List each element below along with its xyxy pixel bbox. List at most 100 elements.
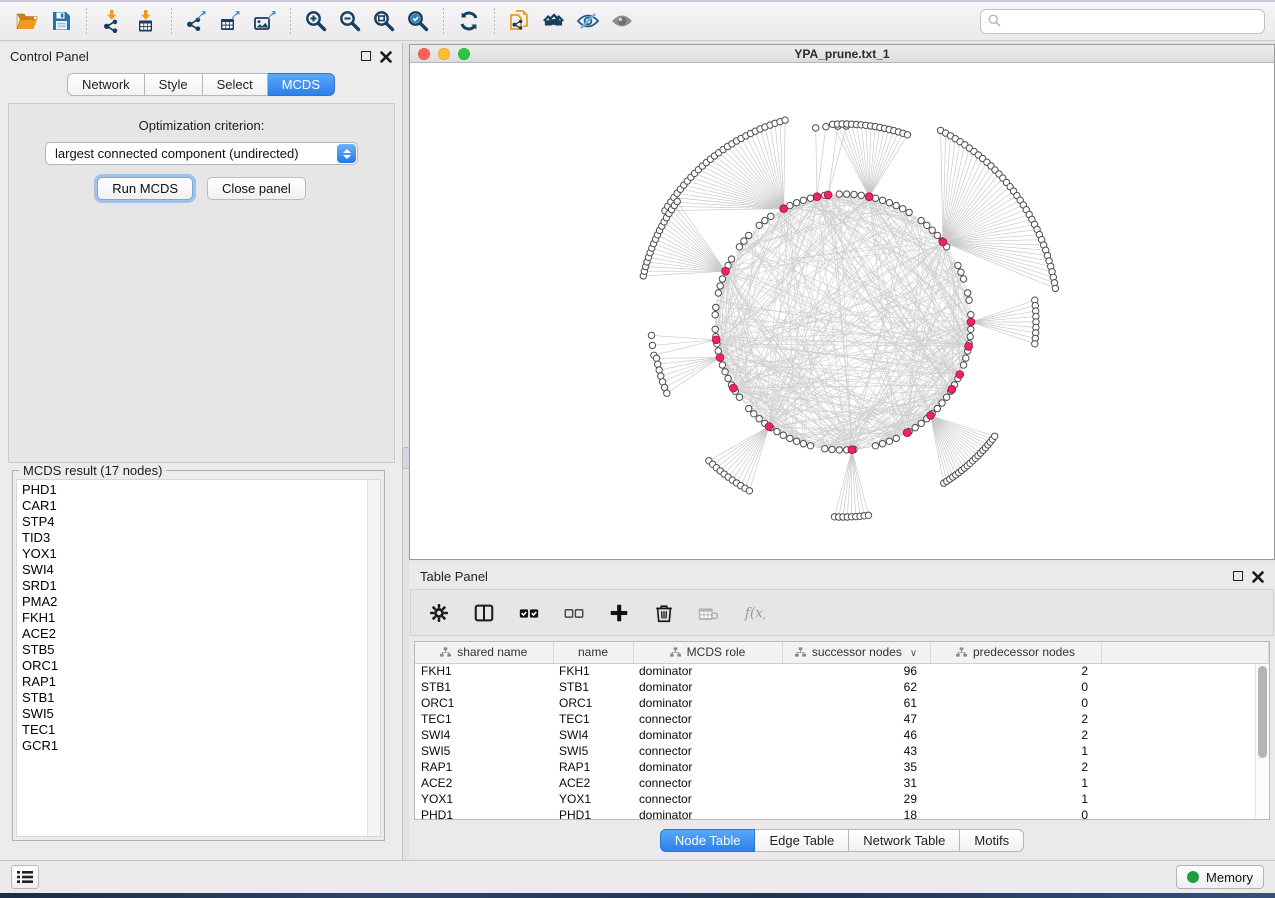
tab-select[interactable]: Select: [203, 73, 268, 96]
save-button[interactable]: [44, 5, 78, 37]
network-window-title: YPA_prune.txt_1: [794, 47, 889, 61]
table-row[interactable]: STB1STB1dominator620: [415, 679, 1269, 695]
result-node-item[interactable]: FKH1: [17, 610, 380, 626]
column-header-shared-name[interactable]: shared name: [415, 642, 553, 663]
delete-column-icon: [653, 602, 675, 624]
table-row[interactable]: TEC1TEC1connector472: [415, 711, 1269, 727]
memory-button[interactable]: Memory: [1176, 865, 1264, 889]
column-chooser-button[interactable]: [470, 598, 498, 628]
result-node-item[interactable]: YOX1: [17, 546, 380, 562]
table-row[interactable]: ORC1ORC1dominator610: [415, 695, 1269, 711]
criterion-value: largest connected component (undirected): [55, 146, 299, 161]
add-column-button[interactable]: [605, 598, 633, 628]
column-header-predecessor-nodes[interactable]: predecessor nodes: [930, 642, 1101, 663]
open-folder-button[interactable]: [10, 5, 44, 37]
tab-network-table[interactable]: Network Table: [849, 829, 960, 852]
control-panel-titlebar: Control Panel: [0, 43, 402, 69]
result-node-item[interactable]: RAP1: [17, 674, 380, 690]
table-row[interactable]: ACE2ACE2connector311: [415, 775, 1269, 791]
close-table-panel-icon[interactable]: [1252, 570, 1264, 582]
export-table-button[interactable]: [214, 5, 248, 37]
mcds-result-list[interactable]: PHD1CAR1STP4TID3YOX1SWI4SRD1PMA2FKH1ACE2…: [16, 479, 381, 837]
duplicate-network-button[interactable]: [503, 5, 537, 37]
tab-motifs[interactable]: Motifs: [960, 829, 1024, 852]
export-image-button[interactable]: [248, 5, 282, 37]
float-table-panel-icon[interactable]: [1233, 571, 1243, 581]
export-table-icon: [219, 9, 243, 33]
table-row[interactable]: RAP1RAP1dominator352: [415, 759, 1269, 775]
select-all-button[interactable]: [515, 598, 543, 628]
table-scrollbar-thumb[interactable]: [1258, 666, 1267, 758]
result-node-item[interactable]: TID3: [17, 530, 380, 546]
table-scrollbar[interactable]: [1255, 664, 1269, 819]
first-neighbors-button[interactable]: [537, 5, 571, 37]
result-node-item[interactable]: GCR1: [17, 738, 380, 754]
result-node-item[interactable]: TEC1: [17, 722, 380, 738]
zoom-selected-icon: [406, 9, 430, 33]
import-table-button[interactable]: [129, 5, 163, 37]
tab-style[interactable]: Style: [145, 73, 203, 96]
column-header-MCDS-role[interactable]: MCDS role: [633, 642, 782, 663]
table-row[interactable]: SWI4SWI4dominator462: [415, 727, 1269, 743]
table-row[interactable]: PHD1PHD1dominator180: [415, 807, 1269, 823]
import-network-button[interactable]: [95, 5, 129, 37]
result-node-item[interactable]: CAR1: [17, 498, 380, 514]
result-node-item[interactable]: ACE2: [17, 626, 380, 642]
network-graph[interactable]: [410, 63, 1274, 559]
column-header-filler: [1101, 642, 1269, 663]
show-all-button[interactable]: [605, 5, 639, 37]
svg-text:f(x): f(x): [744, 605, 765, 621]
result-node-item[interactable]: STB5: [17, 642, 380, 658]
column-header-name[interactable]: name: [553, 642, 633, 663]
column-header-successor-nodes[interactable]: successor nodes∨: [782, 642, 930, 663]
result-node-item[interactable]: STB1: [17, 690, 380, 706]
float-panel-icon[interactable]: [361, 51, 371, 61]
attribute-type-icon: [440, 646, 451, 660]
zoom-out-button[interactable]: [333, 5, 367, 37]
toolbar-separator: [290, 8, 291, 34]
result-node-item[interactable]: SWI4: [17, 562, 380, 578]
table-panel-titlebar: Table Panel: [409, 563, 1275, 589]
table-row[interactable]: SWI5SWI5connector431: [415, 743, 1269, 759]
result-node-item[interactable]: PMA2: [17, 594, 380, 610]
close-window-icon[interactable]: [418, 48, 430, 60]
settings-gear-button[interactable]: [425, 598, 453, 628]
table-panel-title: Table Panel: [420, 569, 488, 584]
clear-selection-button[interactable]: [560, 598, 588, 628]
result-node-item[interactable]: ORC1: [17, 658, 380, 674]
tab-node-table[interactable]: Node Table: [660, 829, 756, 852]
zoom-fit-button[interactable]: [367, 5, 401, 37]
run-mcds-button[interactable]: Run MCDS: [97, 177, 193, 200]
list-icon: [17, 870, 33, 884]
zoom-selected-button[interactable]: [401, 5, 435, 37]
result-node-item[interactable]: PHD1: [17, 482, 380, 498]
criterion-dropdown[interactable]: largest connected component (undirected): [45, 142, 358, 165]
export-network-icon: [185, 9, 209, 33]
zoom-in-button[interactable]: [299, 5, 333, 37]
task-history-button[interactable]: [11, 865, 39, 889]
result-node-item[interactable]: SRD1: [17, 578, 380, 594]
refresh-icon: [457, 9, 481, 33]
close-panel-icon[interactable]: [380, 50, 392, 62]
delete-column-button[interactable]: [650, 598, 678, 628]
status-bar: Memory: [0, 860, 1275, 893]
close-panel-button[interactable]: Close panel: [207, 177, 306, 200]
network-window-titlebar[interactable]: YPA_prune.txt_1: [410, 45, 1274, 63]
attribute-type-icon: [795, 646, 806, 660]
result-list-scrollbar[interactable]: [367, 480, 380, 836]
result-node-item[interactable]: STP4: [17, 514, 380, 530]
tab-network[interactable]: Network: [67, 73, 145, 96]
refresh-button[interactable]: [452, 5, 486, 37]
network-view-canvas[interactable]: [410, 63, 1274, 559]
maximize-window-icon[interactable]: [458, 48, 470, 60]
search-input[interactable]: [980, 9, 1265, 34]
result-node-item[interactable]: SWI5: [17, 706, 380, 722]
table-row[interactable]: YOX1YOX1connector291: [415, 791, 1269, 807]
export-network-button[interactable]: [180, 5, 214, 37]
tab-mcds[interactable]: MCDS: [268, 73, 335, 96]
table-row[interactable]: FKH1FKH1dominator962: [415, 663, 1269, 679]
hide-selected-button[interactable]: [571, 5, 605, 37]
tab-edge-table[interactable]: Edge Table: [755, 829, 849, 852]
minimize-window-icon[interactable]: [438, 48, 450, 60]
function-builder-icon: f(x): [743, 602, 765, 624]
